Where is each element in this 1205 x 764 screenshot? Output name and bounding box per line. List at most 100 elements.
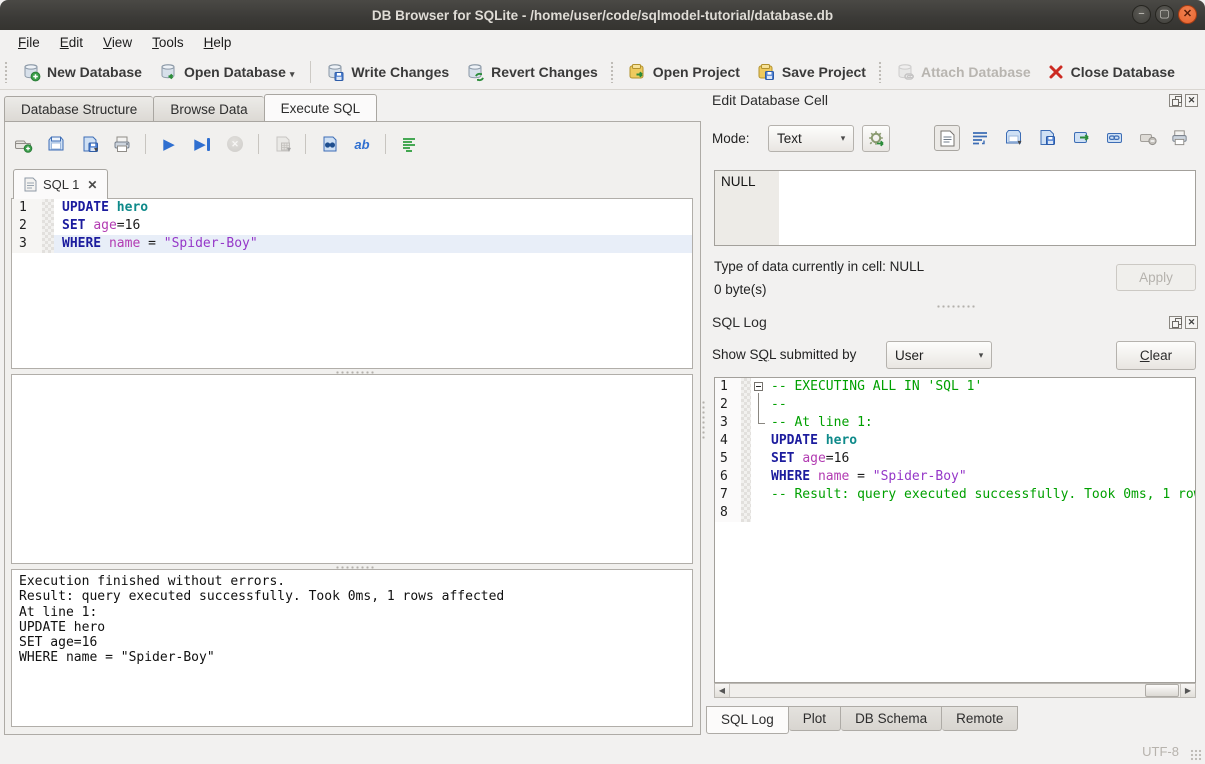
import-dropdown-caret[interactable]: ▾ bbox=[1017, 138, 1021, 147]
open-database-button[interactable]: Open Database ▾ bbox=[150, 57, 304, 87]
float-pane-icon[interactable] bbox=[1169, 316, 1182, 329]
word-wrap-cell-button[interactable] bbox=[970, 128, 990, 148]
menu-edit[interactable]: Edit bbox=[50, 32, 93, 53]
save-project-button[interactable]: Save Project bbox=[748, 57, 874, 87]
titlebar[interactable]: DB Browser for SQLite - /home/user/code/… bbox=[0, 0, 1205, 30]
window-title: DB Browser for SQLite - /home/user/code/… bbox=[372, 8, 833, 23]
menu-help[interactable]: Help bbox=[194, 32, 242, 53]
tab-execute-sql[interactable]: Execute SQL bbox=[264, 94, 378, 122]
fold-column bbox=[751, 468, 767, 486]
set-null-button[interactable] bbox=[1137, 127, 1157, 147]
database-open-icon bbox=[158, 62, 178, 82]
dock-splitter[interactable] bbox=[936, 304, 976, 309]
dock-tab-remote[interactable]: Remote bbox=[942, 706, 1018, 731]
close-pane-icon[interactable]: ✕ bbox=[1185, 316, 1198, 329]
menu-view[interactable]: View bbox=[93, 32, 142, 53]
find-replace-button[interactable]: ab bbox=[352, 134, 372, 154]
resize-grip[interactable] bbox=[1190, 749, 1202, 761]
new-sql-tab-button[interactable] bbox=[13, 134, 33, 154]
mode-select[interactable]: Text ▾ bbox=[768, 125, 854, 152]
tab-database-structure[interactable]: Database Structure bbox=[4, 96, 153, 122]
code-text[interactable]: WHERE name = "Spider-Boy" bbox=[54, 235, 692, 253]
menu-tools[interactable]: Tools bbox=[142, 32, 194, 53]
import-cell-data-button[interactable]: ▾ bbox=[1003, 127, 1023, 147]
editor-line-current[interactable]: 3 WHERE name = "Spider-Boy" bbox=[12, 235, 692, 253]
menu-file[interactable]: File bbox=[8, 32, 50, 53]
cell-value-area[interactable] bbox=[779, 171, 1195, 245]
sql-editor[interactable]: 1 UPDATE hero 2 SET age=16 3 WHERE name … bbox=[11, 198, 693, 369]
open-file-icon bbox=[46, 134, 66, 154]
results-grid[interactable] bbox=[11, 374, 693, 564]
text-document-icon bbox=[940, 130, 955, 147]
code-text[interactable]: UPDATE hero bbox=[54, 199, 692, 217]
scrollbar-thumb[interactable] bbox=[1145, 684, 1179, 697]
message-line: At line 1: bbox=[19, 605, 685, 620]
open-sql-file-button[interactable] bbox=[46, 134, 66, 154]
auto-switch-mode-button[interactable] bbox=[862, 125, 890, 152]
float-pane-icon[interactable] bbox=[1169, 94, 1182, 107]
open-database-dropdown-caret[interactable]: ▾ bbox=[290, 69, 295, 80]
scroll-left-arrow-icon[interactable]: ◀ bbox=[715, 684, 730, 697]
clear-log-button[interactable]: Clear bbox=[1116, 341, 1196, 370]
print-cell-button[interactable] bbox=[1169, 127, 1189, 147]
sql-tab-close-icon[interactable]: ✕ bbox=[87, 178, 97, 192]
fold-column[interactable] bbox=[751, 378, 767, 396]
edit-cell-pane-buttons: ✕ bbox=[1169, 94, 1198, 107]
editor-line[interactable]: 1 UPDATE hero bbox=[12, 199, 692, 217]
dock-tab-sql-log[interactable]: SQL Log bbox=[706, 706, 789, 734]
sql-editor-tab[interactable]: SQL 1 ✕ bbox=[13, 169, 108, 199]
revert-changes-button[interactable]: Revert Changes bbox=[457, 57, 606, 87]
execution-message-pane[interactable]: Execution finished without errors.Result… bbox=[11, 569, 693, 727]
export-dropdown-caret[interactable]: ▾ bbox=[287, 145, 291, 154]
sql-log-pane-buttons: ✕ bbox=[1169, 316, 1198, 329]
code-text: WHERE name = "Spider-Boy" bbox=[767, 468, 1195, 486]
fold-margin bbox=[42, 199, 54, 217]
toolbar-grip[interactable] bbox=[4, 61, 9, 83]
stop-execution-button[interactable]: ✕ bbox=[225, 134, 245, 154]
open-project-button[interactable]: Open Project bbox=[619, 57, 748, 87]
set-link-button[interactable] bbox=[1104, 127, 1124, 147]
log-horizontal-scrollbar[interactable]: ◀ ▶ bbox=[714, 683, 1196, 698]
open-in-external-button[interactable] bbox=[1071, 127, 1091, 147]
find-button[interactable] bbox=[319, 134, 339, 154]
attach-database-button[interactable]: Attach Database bbox=[887, 57, 1039, 87]
sql-log-view[interactable]: 1 -- EXECUTING ALL IN 'SQL 1' 2 -- 3 -- … bbox=[714, 377, 1196, 683]
toolbar-grip[interactable] bbox=[610, 61, 615, 83]
fold-margin bbox=[741, 450, 751, 468]
save-sql-dropdown-caret[interactable]: ▾ bbox=[94, 145, 98, 154]
save-sql-file-button[interactable]: ▾ bbox=[79, 134, 99, 154]
fold-margin bbox=[741, 468, 751, 486]
execute-all-button[interactable]: ▶ bbox=[159, 134, 179, 154]
sql-tab-label: SQL 1 bbox=[43, 177, 79, 192]
scroll-right-arrow-icon[interactable]: ▶ bbox=[1180, 684, 1195, 697]
write-changes-button[interactable]: Write Changes bbox=[317, 57, 457, 87]
encoding-indicator[interactable]: UTF-8 bbox=[1142, 744, 1179, 759]
maximize-button[interactable]: ▢ bbox=[1155, 5, 1174, 24]
dock-tab-db-schema[interactable]: DB Schema bbox=[841, 706, 942, 731]
line-number: 1 bbox=[12, 199, 42, 217]
database-new-icon bbox=[21, 62, 41, 82]
fold-collapse-icon[interactable] bbox=[754, 382, 763, 391]
sql-toolbar-separator bbox=[385, 134, 386, 154]
new-database-button[interactable]: New Database bbox=[13, 57, 150, 87]
log-filter-select[interactable]: User ▾ bbox=[886, 341, 992, 369]
execute-current-line-button[interactable]: ▶ bbox=[192, 134, 212, 154]
close-button[interactable]: ✕ bbox=[1178, 5, 1197, 24]
apply-button[interactable]: Apply bbox=[1116, 264, 1196, 291]
text-mode-toggle-button[interactable] bbox=[934, 125, 960, 151]
word-wrap-button[interactable] bbox=[399, 134, 419, 154]
message-line: Execution finished without errors. bbox=[19, 574, 685, 589]
tab-browse-data[interactable]: Browse Data bbox=[153, 96, 263, 122]
fold-column bbox=[751, 396, 767, 414]
export-results-button[interactable]: ▾ bbox=[272, 134, 292, 154]
minimize-button[interactable]: − bbox=[1132, 5, 1151, 24]
cell-value-editor[interactable]: NULL bbox=[714, 170, 1196, 246]
dock-tab-plot[interactable]: Plot bbox=[789, 706, 841, 731]
close-pane-icon[interactable]: ✕ bbox=[1185, 94, 1198, 107]
print-sql-button[interactable] bbox=[112, 134, 132, 154]
editor-line[interactable]: 2 SET age=16 bbox=[12, 217, 692, 235]
export-cell-data-button[interactable] bbox=[1037, 127, 1057, 147]
toolbar-grip[interactable] bbox=[878, 61, 883, 83]
code-text[interactable]: SET age=16 bbox=[54, 217, 692, 235]
close-database-button[interactable]: Close Database bbox=[1039, 58, 1183, 86]
